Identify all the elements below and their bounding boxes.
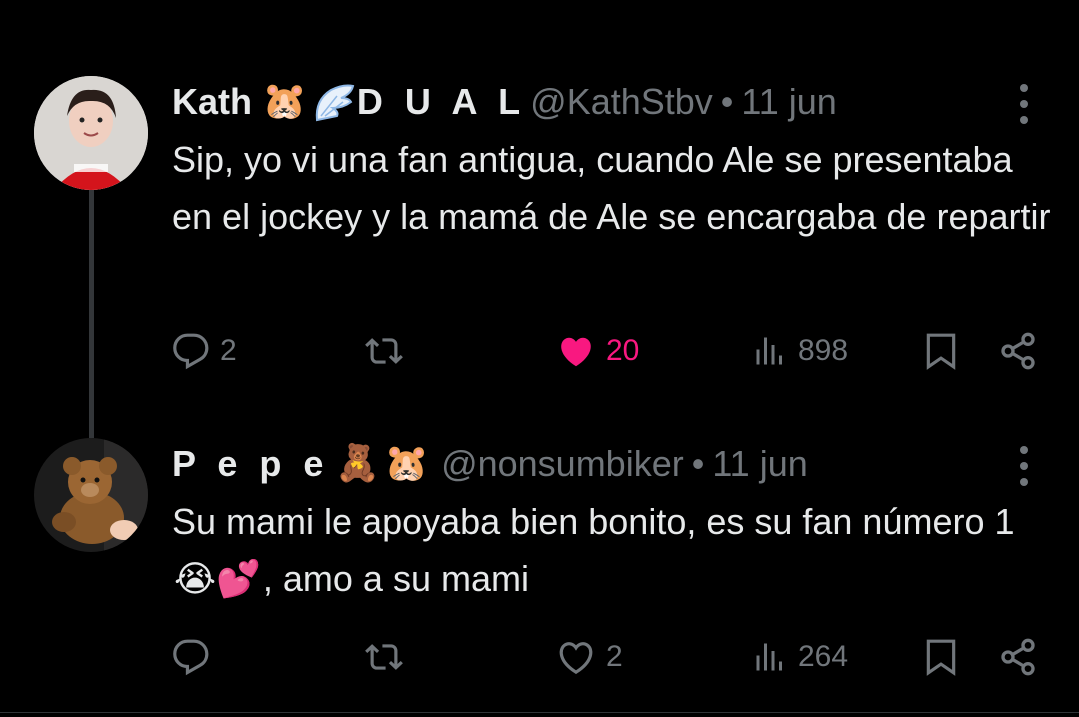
tweet-text-part: , amo a su mami <box>262 558 529 599</box>
reply-button[interactable] <box>172 632 220 682</box>
views-button[interactable]: 264 <box>752 632 848 682</box>
teddy-bear-emoji: 🧸 <box>335 443 381 484</box>
tweet-text: Su mami le apoyaba bien bonito, es su fa… <box>172 493 1052 608</box>
display-name[interactable]: P e p e <box>172 442 329 486</box>
tweet-header: P e p e 🧸 🐹 @nonsumbiker • 11 jun <box>172 442 808 486</box>
heart-icon <box>559 642 593 675</box>
more-icon <box>1020 446 1028 454</box>
tweet-text-part: Su mami le apoyaba bien bonito, es su fa… <box>172 501 1015 542</box>
bookmark-icon <box>926 639 956 676</box>
crying-hearts-emoji: 😭💕 <box>174 559 261 600</box>
hamster-face-emoji: 🐹 <box>384 443 430 484</box>
views-count: 264 <box>798 640 849 673</box>
more-options-button[interactable] <box>1012 446 1036 486</box>
divider <box>0 712 1079 713</box>
retweet-button[interactable] <box>362 632 406 682</box>
like-button[interactable]: 2 <box>556 632 623 682</box>
share-icon <box>1001 638 1035 676</box>
separator-dot: • <box>691 443 705 484</box>
tweet-pepe[interactable]: P e p e 🧸 🐹 @nonsumbiker • 11 jun Su mam… <box>0 0 1079 717</box>
retweet-icon <box>365 644 403 670</box>
timestamp[interactable]: 11 jun <box>712 442 807 486</box>
handle[interactable]: @nonsumbiker <box>441 442 684 486</box>
bookmark-button[interactable] <box>922 632 960 682</box>
reply-icon <box>173 639 209 676</box>
action-bar: 2 264 <box>0 632 1079 682</box>
share-button[interactable] <box>998 632 1038 682</box>
like-count: 2 <box>606 640 623 673</box>
views-icon <box>756 643 782 671</box>
avatar-pepe[interactable] <box>34 438 148 552</box>
